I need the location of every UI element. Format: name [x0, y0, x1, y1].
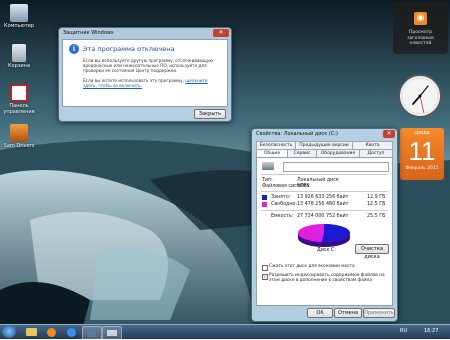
- taskbar-media-button[interactable]: [42, 326, 60, 338]
- taskbar: RU 16:27: [0, 324, 450, 340]
- defender-body2: Если вы хотите использовать эту программ…: [83, 78, 221, 88]
- desktop-icon-control-panel[interactable]: Панель управления: [1, 84, 37, 115]
- properties-titlebar[interactable]: Свойства: Локальный диск (C:) ✕: [252, 129, 397, 139]
- defender-content: i Эта программа отключена Если вы исполь…: [62, 39, 228, 107]
- divider: [261, 210, 388, 211]
- type-label: Тип:: [262, 178, 273, 183]
- start-button[interactable]: [2, 325, 16, 338]
- defender-body1: Если вы используете другую программу, от…: [83, 58, 213, 74]
- desktop-icon-label: Компьютер: [4, 23, 34, 29]
- used-label: Занято:: [271, 195, 291, 200]
- defender-close-button[interactable]: ✕: [213, 29, 229, 37]
- clock-gadget: [397, 73, 443, 119]
- compress-label: Сжать этот диск для экономии места: [269, 264, 355, 269]
- recycle-bin-icon: [12, 44, 26, 62]
- index-label: Разрешить индексировать содержимое файло…: [269, 273, 385, 283]
- defender-titlebar[interactable]: Защитник Windows ✕: [59, 28, 231, 38]
- desktop-icon-computer[interactable]: Компьютер: [1, 4, 37, 29]
- clock-face-icon: [398, 74, 442, 118]
- properties-close-button[interactable]: ✕: [383, 130, 395, 138]
- properties-title: Свойства: Локальный диск (C:): [256, 131, 338, 137]
- type-value: Локальный диск: [297, 178, 339, 183]
- calendar-day: 11: [408, 136, 436, 166]
- calendar-month-year: Февраль 2015: [405, 166, 439, 171]
- taskbar-ie-button[interactable]: [62, 326, 80, 338]
- desktop-icon-label: Sam Drivers: [3, 143, 35, 149]
- properties-dialog: Свойства: Локальный диск (C:) ✕ Безопасн…: [251, 128, 398, 322]
- defender-close-dialog-button[interactable]: Закрыть: [194, 109, 226, 119]
- used-bytes: 13 926 633 256 байт: [297, 195, 349, 200]
- capacity-bytes: 27 734 000 752 байт: [297, 214, 349, 219]
- rss-gadget[interactable]: ◉ Просмотр заголовков новостей: [393, 2, 448, 54]
- free-color-swatch: [262, 202, 267, 207]
- media-player-icon: [46, 328, 56, 337]
- control-panel-icon: [10, 84, 28, 102]
- desktop-icon-label: Панель управления: [3, 103, 35, 115]
- desktop-icon-label: Корзина: [7, 63, 31, 69]
- index-checkbox[interactable]: ✓: [262, 274, 268, 280]
- ok-button[interactable]: OK: [307, 308, 333, 318]
- fs-value: NTFS: [297, 184, 310, 189]
- drive-icon: [107, 330, 117, 336]
- drive-name-input[interactable]: [283, 162, 389, 172]
- apply-button[interactable]: Применить: [363, 308, 395, 318]
- folder-icon: [25, 328, 37, 336]
- language-indicator[interactable]: RU: [400, 328, 407, 334]
- capacity-gb: 25,5 ГБ: [367, 214, 386, 219]
- taskbar-clock[interactable]: 16:27: [424, 328, 438, 334]
- rss-text: Просмотр заголовков новостей: [407, 30, 434, 46]
- cancel-button[interactable]: Отмена: [334, 308, 362, 318]
- computer-icon: [10, 4, 28, 22]
- free-gb: 12,5 ГБ: [367, 202, 386, 207]
- rss-icon: ◉: [414, 12, 427, 25]
- capacity-label: Емкость:: [271, 214, 294, 219]
- defender-icon: [88, 329, 96, 337]
- divider: [261, 174, 388, 175]
- defender-title: Защитник Windows: [63, 30, 114, 36]
- desktop-icon-sam-drivers[interactable]: Sam Drivers: [1, 124, 37, 149]
- free-label: Свободно:: [271, 202, 298, 207]
- disk-label: Диск C:: [317, 248, 336, 253]
- disk-cleanup-button[interactable]: Очистка диска: [355, 244, 389, 260]
- divider: [261, 191, 388, 192]
- taskbar-explorer-button[interactable]: [22, 326, 40, 338]
- info-icon: i: [69, 44, 79, 54]
- used-color-swatch: [262, 195, 267, 200]
- used-gb: 12,9 ГБ: [367, 195, 386, 200]
- sam-drivers-icon: [10, 124, 28, 142]
- desktop-icon-recycle-bin[interactable]: Корзина: [1, 44, 37, 69]
- ie-icon: [66, 328, 76, 337]
- drive-icon: [262, 162, 274, 170]
- defender-heading: Эта программа отключена: [83, 45, 175, 53]
- general-tab-panel: Тип: Локальный диск Файловая система: NT…: [256, 157, 393, 306]
- defender-dialog: Защитник Windows ✕ i Эта программа отклю…: [58, 27, 232, 122]
- calendar-gadget[interactable]: среда 11 Февраль 2015: [400, 128, 444, 180]
- disk-usage-pie: [298, 224, 350, 247]
- compress-checkbox[interactable]: [262, 265, 268, 271]
- free-bytes: 13 478 256 480 байт: [297, 202, 349, 207]
